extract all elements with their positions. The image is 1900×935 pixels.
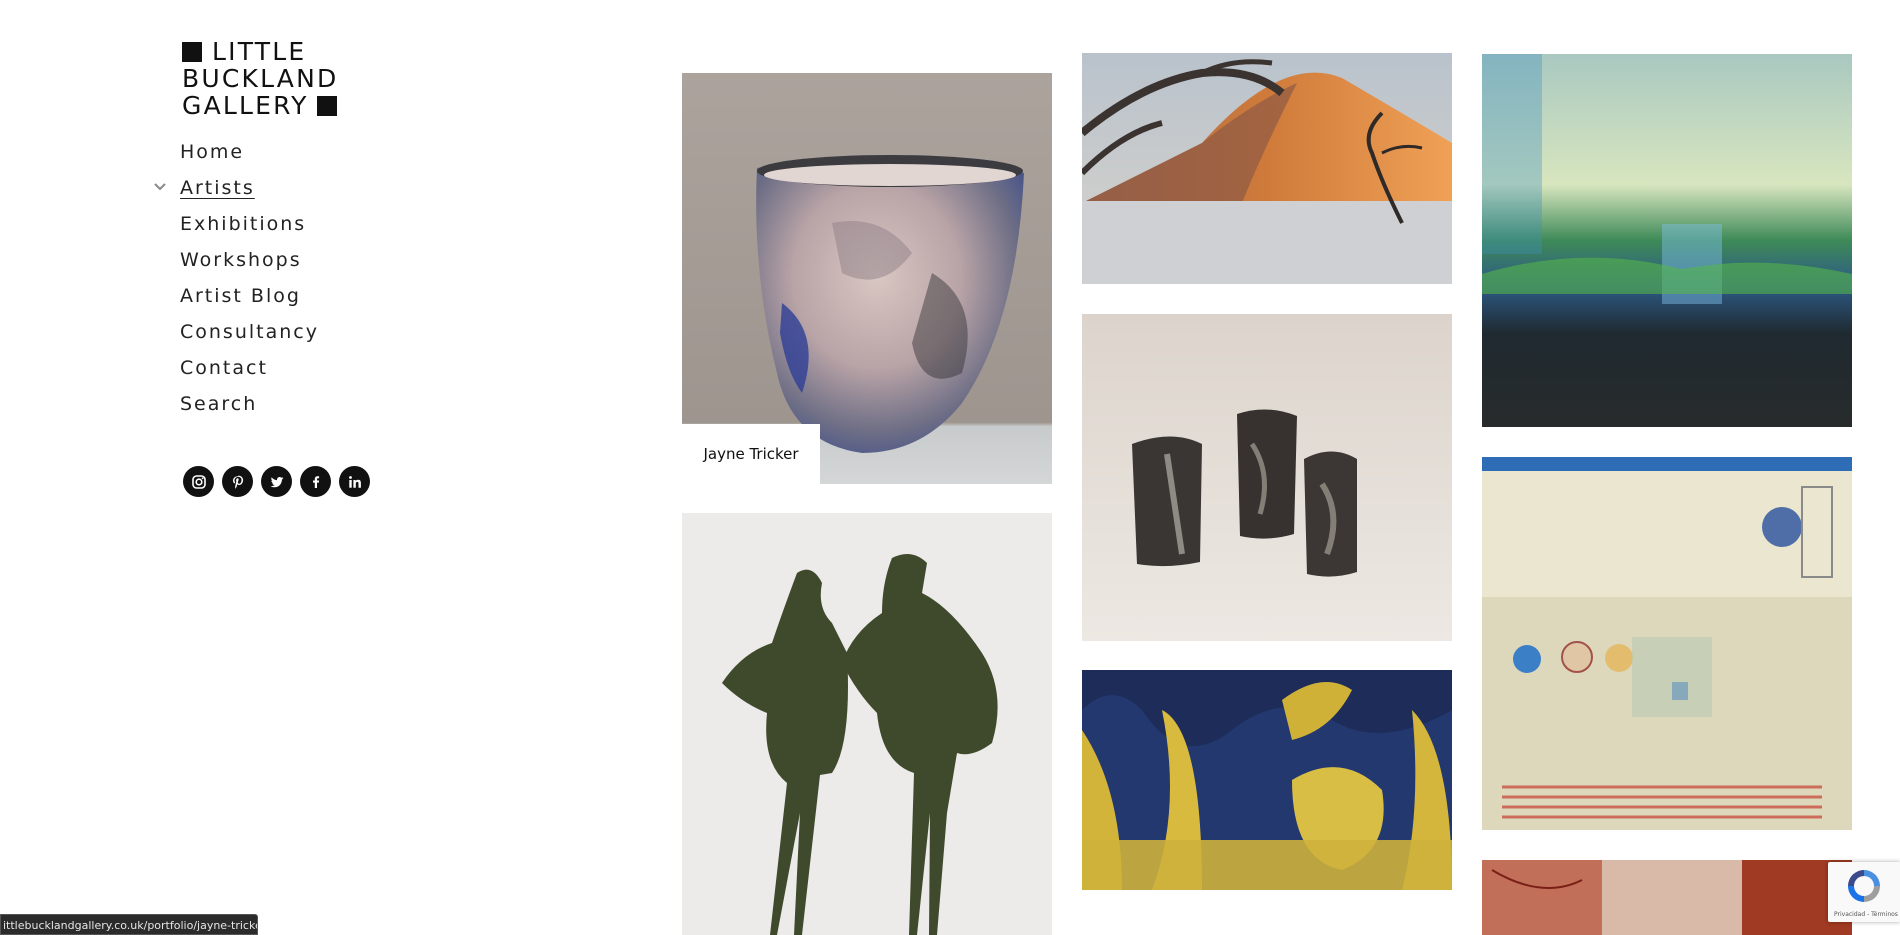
instagram-icon[interactable] — [183, 466, 214, 497]
nav-item-artists[interactable]: Artists — [154, 176, 319, 212]
gallery-logo[interactable]: LITTLE BUCKLAND GALLERY — [182, 37, 342, 120]
logo-line-3: GALLERY — [182, 91, 309, 120]
social-links — [183, 466, 370, 497]
logo-square — [182, 42, 202, 62]
nav-label: Home — [180, 141, 245, 163]
nav-item-exhibitions[interactable]: Exhibitions — [180, 212, 319, 248]
gallery-tile[interactable] — [1482, 54, 1852, 427]
gallery-tile[interactable] — [682, 513, 1052, 935]
gallery-tile[interactable] — [1482, 457, 1852, 830]
tile-caption[interactable]: Jayne Tricker — [682, 424, 820, 484]
gallery-tile[interactable] — [1082, 670, 1452, 890]
nav-label: Exhibitions — [180, 213, 307, 235]
nav-label: Consultancy — [180, 321, 319, 343]
nav-label: Artist Blog — [180, 285, 301, 307]
nav-item-artist-blog[interactable]: Artist Blog — [180, 284, 319, 320]
artist-name: Jayne Tricker — [703, 445, 799, 463]
pinterest-icon[interactable] — [222, 466, 253, 497]
twitter-icon[interactable] — [261, 466, 292, 497]
artwork-green-landscape — [1482, 54, 1852, 427]
main-nav: Home Artists Exhibitions Workshops Artis… — [154, 140, 319, 428]
artwork-ceramic-vessel — [682, 73, 1052, 484]
nav-label: Workshops — [180, 249, 302, 271]
nav-item-home[interactable]: Home — [180, 140, 319, 176]
nav-item-contact[interactable]: Contact — [180, 356, 319, 392]
gallery-tile-jayne-tricker[interactable]: Jayne Tricker — [682, 73, 1052, 484]
artwork-blue-gold-painting — [1082, 670, 1452, 890]
logo-line-2: BUCKLAND — [182, 64, 339, 93]
recaptcha-badge[interactable]: Privacidad - Términos — [1828, 862, 1900, 922]
recaptcha-footer: Privacidad - Términos — [1834, 911, 1898, 918]
status-bar-url: ittlebucklandgallery.co.uk/portfolio/jay… — [0, 914, 258, 935]
nav-label: Contact — [180, 357, 268, 379]
facebook-icon[interactable] — [300, 466, 331, 497]
recaptcha-icon — [1848, 870, 1880, 902]
chevron-down-icon[interactable] — [153, 180, 167, 194]
artwork-raku-cylinders — [1082, 314, 1452, 641]
artwork-desert-photo — [1082, 53, 1452, 284]
artwork-red-abstract — [1482, 860, 1852, 935]
gallery-tile[interactable] — [1082, 53, 1452, 284]
logo-line-1: LITTLE — [212, 37, 307, 66]
gallery-tile[interactable] — [1482, 860, 1852, 935]
nav-label: Search — [180, 393, 258, 415]
nav-item-consultancy[interactable]: Consultancy — [180, 320, 319, 356]
nav-label: Artists — [180, 177, 255, 199]
artwork-bronze-figures — [682, 513, 1052, 935]
gallery-tile[interactable] — [1082, 314, 1452, 641]
nav-item-workshops[interactable]: Workshops — [180, 248, 319, 284]
linkedin-icon[interactable] — [339, 466, 370, 497]
artwork-abstract-mixed-media — [1482, 457, 1852, 830]
logo-square — [316, 96, 337, 116]
nav-item-search[interactable]: Search — [180, 392, 319, 428]
